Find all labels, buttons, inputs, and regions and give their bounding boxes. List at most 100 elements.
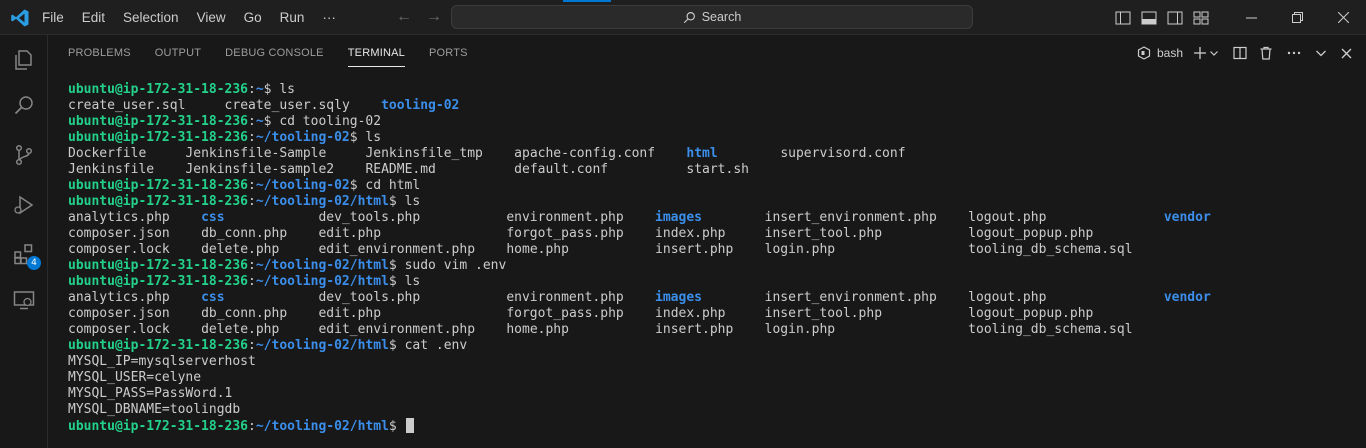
- command-center-search[interactable]: Search: [451, 5, 973, 29]
- prompt-path: ~/tooling-02: [255, 178, 350, 193]
- menu-more[interactable]: ···: [322, 10, 336, 25]
- toggle-panel-icon[interactable]: [1136, 8, 1162, 28]
- prompt-path: ~/tooling-02/html: [255, 274, 389, 289]
- chevron-down-icon: [1316, 50, 1326, 57]
- tab-output[interactable]: OUTPUT: [155, 35, 201, 71]
- extensions-badge: 4: [27, 256, 41, 270]
- terminal-line: MYSQL_IP=mysqlserverhost: [68, 354, 1348, 370]
- terminal-line: ubuntu@ip-172-31-18-236:~/tooling-02/htm…: [68, 194, 421, 209]
- file-entry: analytics.php: [68, 210, 170, 225]
- split-icon: [1233, 46, 1247, 60]
- menu-view[interactable]: View: [197, 10, 226, 25]
- file-entry: create_user.sqly: [224, 98, 350, 113]
- file-entry: insert.php: [655, 242, 734, 257]
- more-actions-button[interactable]: [1287, 42, 1301, 64]
- file-entry: edit_environment.php: [318, 242, 476, 257]
- customize-layout-icon[interactable]: [1188, 8, 1214, 28]
- terminal-line: composer.lock delete.php edit_environmen…: [68, 322, 1348, 338]
- menu-run[interactable]: Run: [280, 10, 305, 25]
- file-entry: create_user.sql: [68, 98, 186, 113]
- terminal-line: Jenkinsfile Jenkinsfile-sample2 README.m…: [68, 162, 1348, 178]
- close-window-icon[interactable]: [1320, 0, 1366, 35]
- file-entry: forgot_pass.php: [506, 226, 624, 241]
- terminal-output[interactable]: ubuntu@ip-172-31-18-236:~$ ls create_user…: [68, 82, 1348, 434]
- prompt-path: ~: [255, 82, 264, 97]
- file-entry: logout.php: [968, 210, 1047, 225]
- title-bar-controls: [1110, 0, 1366, 35]
- tab-ports[interactable]: PORTS: [429, 35, 468, 71]
- back-arrow-icon[interactable]: ←: [396, 8, 412, 26]
- tab-debug-console[interactable]: DEBUG CONSOLE: [225, 35, 324, 71]
- panel-tabs: PROBLEMS OUTPUT DEBUG CONSOLE TERMINAL P…: [68, 35, 492, 71]
- run-debug-icon[interactable]: [0, 183, 48, 227]
- terminal-command: sudo vim .env: [404, 258, 507, 273]
- toggle-secondary-sidebar-icon[interactable]: [1162, 8, 1188, 28]
- prompt-user-host: ubuntu@ip-172-31-18-236: [68, 114, 249, 129]
- collapse-panel-button[interactable]: [1315, 42, 1327, 64]
- directory-entry: css: [201, 290, 225, 305]
- env-line: MYSQL_DBNAME=toolingdb: [68, 402, 241, 417]
- menu-bar: File Edit Selection View Go Run ···: [42, 0, 354, 35]
- terminal-line: ubuntu@ip-172-31-18-236:~/tooling-02/htm…: [68, 418, 1348, 434]
- explorer-icon[interactable]: [0, 38, 48, 82]
- toggle-primary-sidebar-icon[interactable]: [1110, 8, 1136, 28]
- close-icon: [1341, 48, 1352, 58]
- title-bar: File Edit Selection View Go Run ··· ← → …: [0, 0, 1366, 35]
- terminal-line: composer.json db_conn.php edit.php forgo…: [68, 306, 1348, 322]
- file-entry: login.php: [764, 242, 836, 257]
- file-entry: forgot_pass.php: [506, 306, 624, 321]
- tab-problems[interactable]: PROBLEMS: [68, 35, 131, 71]
- prompt-user-host: ubuntu@ip-172-31-18-236: [68, 82, 249, 97]
- menu-go[interactable]: Go: [244, 10, 262, 25]
- split-terminal-button[interactable]: [1233, 42, 1247, 64]
- file-entry: edit_environment.php: [318, 322, 476, 337]
- terminal-shell-selector[interactable]: bash: [1137, 42, 1183, 64]
- new-terminal-button[interactable]: [1193, 42, 1207, 64]
- file-entry: tooling_db_schema.sql: [968, 242, 1133, 257]
- file-entry: delete.php: [201, 242, 280, 257]
- close-panel-button[interactable]: [1341, 42, 1352, 64]
- menu-file[interactable]: File: [42, 10, 64, 25]
- file-entry: logout.php: [968, 290, 1047, 305]
- terminal-line: MYSQL_DBNAME=toolingdb: [68, 402, 1348, 418]
- file-entry: edit.php: [318, 306, 382, 321]
- prompt-path: ~/tooling-02/html: [255, 419, 389, 434]
- file-entry: default.conf: [514, 162, 609, 177]
- ellipsis-icon: [1287, 51, 1301, 55]
- file-entry: Jenkinsfile: [68, 162, 155, 177]
- terminal-line: ubuntu@ip-172-31-18-236:~/tooling-02/htm…: [68, 258, 507, 273]
- menu-edit[interactable]: Edit: [82, 10, 105, 25]
- file-entry: index.php: [655, 226, 726, 241]
- env-line: MYSQL_PASS=PassWord.1: [68, 386, 233, 401]
- search-icon[interactable]: [0, 83, 48, 127]
- kill-terminal-button[interactable]: [1259, 42, 1273, 64]
- menu-selection[interactable]: Selection: [123, 10, 179, 25]
- file-entry: insert.php: [655, 322, 734, 337]
- file-entry: tooling_db_schema.sql: [968, 322, 1133, 337]
- forward-arrow-icon[interactable]: →: [426, 8, 442, 26]
- remote-explorer-icon[interactable]: [0, 278, 48, 322]
- terminal-line: ubuntu@ip-172-31-18-236:~/tooling-02/htm…: [68, 274, 421, 289]
- restore-window-icon[interactable]: [1274, 0, 1320, 35]
- terminal-command: cd tooling-02: [279, 114, 382, 129]
- file-entry: composer.json: [68, 226, 170, 241]
- minimize-window-icon[interactable]: [1228, 0, 1274, 35]
- terminal-dropdown-button[interactable]: [1209, 42, 1219, 64]
- plus-icon: [1194, 47, 1206, 59]
- prompt-path: ~/tooling-02/html: [255, 338, 389, 353]
- extensions-icon[interactable]: 4: [0, 232, 48, 276]
- chevron-down-icon: [1210, 51, 1218, 56]
- file-entry: insert_tool.php: [764, 306, 883, 321]
- source-control-icon[interactable]: [0, 133, 48, 177]
- terminal-command: cat .env: [404, 338, 468, 353]
- terminal-command: ls: [404, 194, 421, 209]
- prompt-user-host: ubuntu@ip-172-31-18-236: [68, 194, 249, 209]
- prompt-path: ~/tooling-02/html: [255, 258, 389, 273]
- terminal-line: create_user.sql create_user.sqly tooling…: [68, 98, 1348, 114]
- terminal-line: analytics.php css dev_tools.php environm…: [68, 290, 1348, 306]
- terminal-scrollbar[interactable]: [1352, 72, 1366, 448]
- file-entry: insert_environment.php: [764, 210, 937, 225]
- tab-terminal[interactable]: TERMINAL: [347, 35, 406, 71]
- file-entry: environment.php: [506, 290, 624, 305]
- prompt-path: ~: [255, 114, 264, 129]
